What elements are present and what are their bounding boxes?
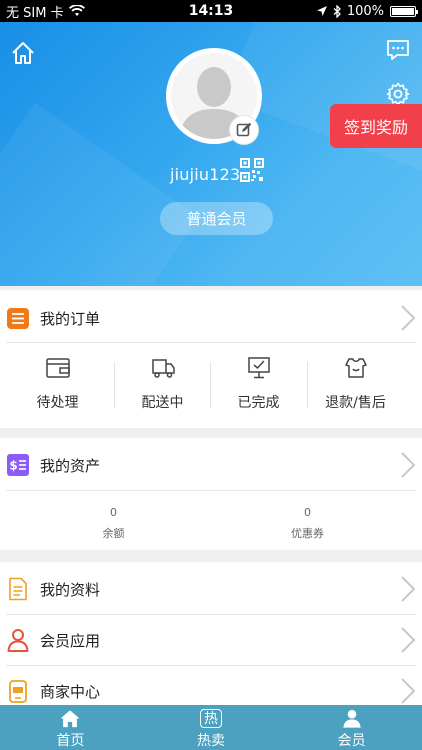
coupon-item[interactable]: 0 优惠券 (202, 506, 413, 541)
svg-text:$: $ (9, 459, 17, 473)
truck-icon (151, 359, 175, 378)
tab-home[interactable]: 首页 (0, 705, 141, 750)
menu-item-member-apps[interactable]: 会员应用 (0, 615, 422, 665)
clock: 14:13 (188, 3, 234, 19)
menu-item-profile[interactable]: 我的资料 (0, 564, 422, 614)
edit-avatar-button[interactable] (230, 116, 258, 144)
battery-icon (390, 5, 418, 17)
menu-item-label: 我的资料 (40, 580, 101, 599)
status-bar: 无 SIM 卡 14:13 100% (0, 0, 422, 22)
order-status-refund[interactable]: 退款/售后 (307, 342, 404, 428)
header-decoration (0, 102, 200, 286)
hot-icon-glyph: 热 (203, 710, 218, 727)
assets-row[interactable]: $ 我的资产 (0, 440, 422, 490)
hot-icon: 热 (199, 709, 222, 728)
location-arrow-icon (316, 6, 327, 16)
tab-member[interactable]: 会员 (281, 705, 422, 750)
bottom-tab-bar: 首页 热 热卖 会员 (0, 705, 422, 750)
status-left: 无 SIM 卡 (6, 2, 146, 21)
balance-item[interactable]: 0 余额 (8, 506, 219, 541)
qr-code-icon[interactable] (240, 158, 264, 182)
chevron-right-icon (401, 627, 416, 653)
status-right: 100% (276, 3, 418, 19)
tab-label: 首页 (56, 733, 85, 749)
store-icon (9, 680, 27, 703)
orders-list-icon (7, 308, 29, 329)
menu-item-label: 会员应用 (40, 631, 101, 650)
balance-label: 余额 (102, 527, 125, 540)
order-status-pending[interactable]: 待处理 (9, 342, 106, 428)
order-status-label: 已完成 (237, 395, 280, 411)
menu-section: 我的资料 会员应用 商家中心 (0, 562, 422, 705)
member-icon (343, 709, 361, 728)
username: jiujiu123 (170, 165, 241, 184)
divider (6, 490, 416, 491)
menu-item-label: 商家中心 (40, 682, 101, 701)
person-icon (7, 629, 29, 652)
order-status-label: 配送中 (141, 395, 184, 411)
assets-section: $ 我的资产 0 余额 0 优惠券 (0, 438, 422, 550)
settings-gear-icon[interactable] (386, 82, 410, 106)
bluetooth-icon (333, 4, 341, 18)
home-icon[interactable] (10, 40, 36, 66)
carrier-label: 无 SIM 卡 (6, 5, 64, 21)
order-status-label: 退款/售后 (325, 395, 386, 411)
home-icon (60, 710, 80, 728)
chevron-right-icon (401, 678, 416, 704)
chevron-right-icon (401, 452, 416, 478)
chevron-right-icon (401, 576, 416, 602)
assets-icon: $ (7, 454, 29, 476)
document-icon (9, 577, 27, 601)
orders-row[interactable]: 我的订单 (0, 293, 422, 343)
member-level-badge[interactable]: 普通会员 (160, 202, 273, 235)
shirt-icon (344, 358, 367, 378)
wifi-icon (68, 5, 85, 16)
edit-icon (236, 122, 252, 137)
battery-percent: 100% (346, 3, 384, 19)
orders-title: 我的订单 (40, 309, 101, 328)
monitor-check-icon (247, 357, 270, 379)
order-status-grid: 待处理 配送中 已完成 退款/售后 (0, 342, 422, 428)
wallet-icon (45, 358, 70, 378)
message-icon[interactable] (386, 38, 410, 62)
signin-reward-button[interactable]: 签到奖励 (330, 104, 422, 148)
profile-header: jiujiu123 普通会员 (0, 22, 422, 286)
order-status-label: 待处理 (36, 395, 79, 411)
balance-value: 0 (110, 506, 117, 519)
assets-title: 我的资产 (40, 456, 101, 475)
chevron-right-icon (401, 305, 416, 331)
tab-hot[interactable]: 热 热卖 (141, 705, 282, 750)
tab-label: 会员 (337, 733, 366, 749)
tab-label: 热卖 (196, 733, 225, 749)
coupon-value: 0 (304, 506, 311, 519)
order-status-completed[interactable]: 已完成 (210, 342, 307, 428)
orders-section: 我的订单 待处理 配送中 已完成 退款/售后 (0, 290, 422, 428)
coupon-label: 优惠券 (291, 527, 324, 540)
order-status-shipping[interactable]: 配送中 (114, 342, 211, 428)
